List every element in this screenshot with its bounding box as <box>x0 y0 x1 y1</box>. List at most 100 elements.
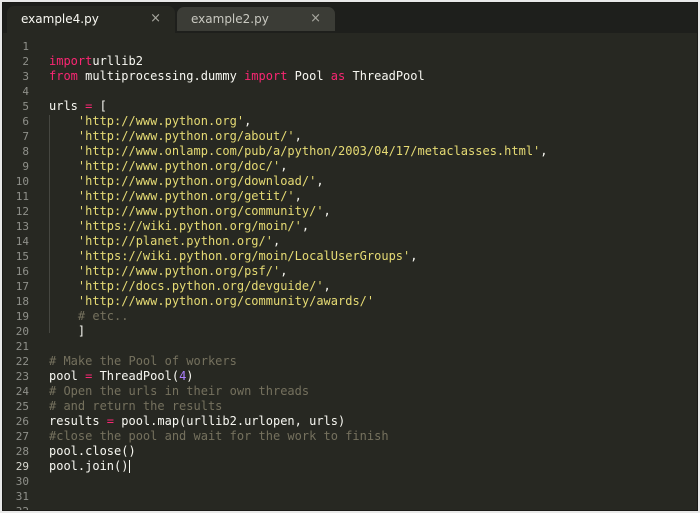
code-line[interactable]: 2 importurllib2 <box>3 54 693 69</box>
line-number: 2 <box>22 55 29 68</box>
code-token: 'http://planet.python.org/' <box>77 234 273 248</box>
code-text: pool = ThreadPool(4) <box>49 369 194 384</box>
code-token: # Open the urls in their own threads <box>49 384 310 398</box>
code-token: 'http://www.python.org/getit/' <box>77 189 295 203</box>
code-token: , <box>244 114 252 128</box>
code-line[interactable]: 17 'http://docs.python.org/devguide/', <box>3 279 693 294</box>
line-number: 14 <box>15 235 29 248</box>
line-number: 21 <box>15 340 29 353</box>
code-text: results = pool.map(urllib2.urlopen, urls… <box>49 414 345 429</box>
code-line[interactable]: 28 pool.close() <box>3 444 693 459</box>
line-number: 11 <box>15 190 29 203</box>
line-number: 18 <box>15 295 29 308</box>
code-line[interactable]: 8 'http://www.onlamp.com/pub/a/python/20… <box>3 144 693 159</box>
line-number: 16 <box>15 265 29 278</box>
close-icon[interactable]: × <box>150 11 161 26</box>
code-text: # Make the Pool of workers <box>49 354 237 369</box>
close-icon[interactable]: × <box>310 11 321 26</box>
code-text: ] <box>49 324 85 339</box>
code-line[interactable]: 4 <box>3 84 693 99</box>
code-token: ) <box>186 369 194 383</box>
code-text: 'http://planet.python.org/', <box>49 234 280 249</box>
code-line[interactable]: 32 <box>3 504 693 510</box>
code-editor[interactable]: 1 2 importurllib2 3 from multiprocessing.dum… <box>3 35 697 510</box>
code-token: ] <box>49 324 86 338</box>
code-line[interactable]: 29 pool.join() <box>3 459 693 474</box>
code-text: 'http://www.python.org/download/', <box>49 174 324 189</box>
code-text: 'http://www.python.org/doc/', <box>49 159 288 174</box>
line-number: 30 <box>15 475 29 488</box>
code-line[interactable]: 22 # Make the Pool of workers <box>3 354 693 369</box>
code-token: pool.close() <box>49 444 136 458</box>
code-line[interactable]: 7 'http://www.python.org/about/', <box>3 129 693 144</box>
code-line[interactable]: 20 ] <box>3 324 693 339</box>
code-line[interactable]: 23 pool = ThreadPool(4) <box>3 369 693 384</box>
code-token: , <box>294 189 302 203</box>
code-line[interactable]: 3 from multiprocessing.dummy import Pool … <box>3 69 693 84</box>
code-line[interactable]: 14 'http://planet.python.org/', <box>3 234 693 249</box>
code-line[interactable]: 15 'https://wiki.python.org/moin/LocalUs… <box>3 249 693 264</box>
code-line[interactable]: 5 urls = [ <box>3 99 693 114</box>
code-line[interactable]: 6 'http://www.python.org', <box>3 114 693 129</box>
code-line[interactable]: 31 <box>3 489 693 504</box>
code-token: , <box>280 264 288 278</box>
code-text: # etc.. <box>49 309 129 324</box>
code-token: , <box>280 159 288 173</box>
code-line[interactable]: 21 <box>3 339 693 354</box>
line-number: 29 <box>15 460 29 473</box>
code-token: as <box>330 69 346 83</box>
code-line[interactable]: 10 'http://www.python.org/download/', <box>3 174 693 189</box>
code-line[interactable]: 12 'http://www.python.org/community/', <box>3 204 693 219</box>
code-text: # Open the urls in their own threads <box>49 384 309 399</box>
tab-example4[interactable]: example4.py × <box>7 6 175 33</box>
tab-bar: example4.py × example2.py × <box>3 3 697 33</box>
code-token: # etc.. <box>77 309 129 323</box>
code-line[interactable]: 19 # etc.. <box>3 309 693 324</box>
code-token: [ <box>92 99 107 113</box>
line-number: 22 <box>15 355 29 368</box>
line-number: 12 <box>15 205 29 218</box>
code-token: , <box>410 249 418 263</box>
tab-label: example2.py <box>191 12 269 26</box>
text-cursor <box>129 460 131 473</box>
code-line[interactable]: 30 <box>3 474 693 489</box>
line-number: 1 <box>22 40 29 53</box>
code-line[interactable]: 25 # and return the results <box>3 399 693 414</box>
code-line[interactable]: 16 'http://www.python.org/psf/', <box>3 264 693 279</box>
code-token: from <box>49 69 78 83</box>
line-number: 23 <box>15 370 29 383</box>
code-line[interactable]: 11 'http://www.python.org/getit/', <box>3 189 693 204</box>
tab-label: example4.py <box>21 12 99 26</box>
line-number: 8 <box>22 145 29 158</box>
code-text: from multiprocessing.dummy import Pool a… <box>49 69 425 84</box>
code-token: 'http://www.onlamp.com/pub/a/python/2003… <box>77 144 541 158</box>
line-number: 3 <box>22 70 29 83</box>
code-line[interactable]: 9 'http://www.python.org/doc/', <box>3 159 693 174</box>
code-line[interactable]: 24 # Open the urls in their own threads <box>3 384 693 399</box>
code-text: 'http://www.python.org/community/', <box>49 204 331 219</box>
line-number: 24 <box>15 385 29 398</box>
code-token: Pool <box>287 69 331 83</box>
code-line[interactable]: 26 results = pool.map(urllib2.urlopen, ur… <box>3 414 693 429</box>
line-number: 27 <box>15 430 29 443</box>
code-token: , <box>323 204 331 218</box>
code-line[interactable]: 18 'http://www.python.org/community/awar… <box>3 294 693 309</box>
code-line[interactable]: 1 <box>3 39 693 54</box>
code-text: 'https://wiki.python.org/moin/LocalUserG… <box>49 249 418 264</box>
code-token: pool <box>49 369 86 383</box>
code-text: # and return the results <box>49 399 222 414</box>
line-number: 32 <box>3 504 29 510</box>
code-token: 'http://www.python.org' <box>77 114 245 128</box>
code-text: 'http://docs.python.org/devguide/', <box>49 279 331 294</box>
code-line[interactable]: 27 #close the pool and wait for the work … <box>3 429 693 444</box>
tab-example2[interactable]: example2.py × <box>177 7 335 31</box>
code-token: #close the pool and wait for the work to… <box>49 429 389 443</box>
code-token: = <box>106 414 115 428</box>
line-number: 17 <box>15 280 29 293</box>
code-text: importurllib2 <box>49 54 143 69</box>
code-line[interactable]: 13 'https://wiki.python.org/moin/', <box>3 219 693 234</box>
